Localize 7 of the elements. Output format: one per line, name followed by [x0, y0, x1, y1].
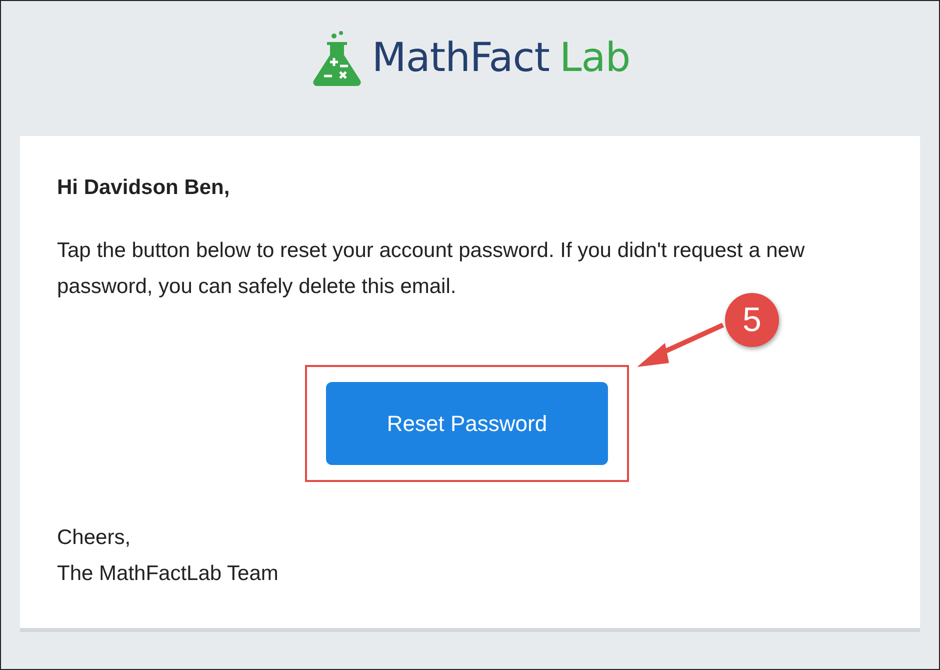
- logo-wordmark-suffix: Lab: [559, 34, 630, 80]
- reset-password-button[interactable]: Reset Password: [326, 382, 608, 465]
- greeting-text: Hi Davidson Ben,: [57, 176, 231, 200]
- signoff-text: Cheers,: [57, 525, 132, 551]
- signoff-text: The MathFactLab Team: [57, 561, 280, 587]
- logo-wordmark: MathFact: [372, 34, 550, 80]
- step-badge: 5: [725, 293, 779, 347]
